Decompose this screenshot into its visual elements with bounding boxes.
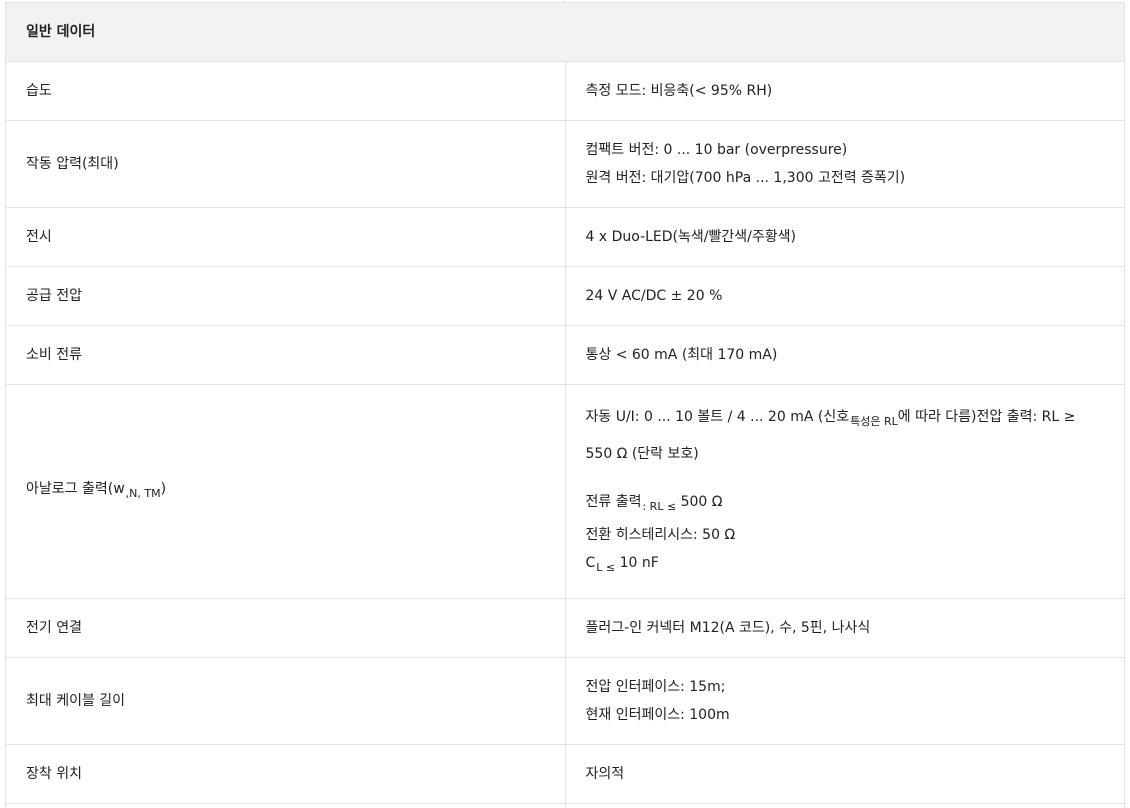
row-value: 자의적 bbox=[564, 744, 1125, 804]
value-line: 전압 인터페이스: 15m; bbox=[585, 679, 726, 695]
table-row: 작동 압력(최대) 컴팩트 버전: 0 ... 10 bar (overpres… bbox=[5, 120, 1125, 208]
row-label: 전시 bbox=[5, 207, 566, 267]
row-label: 아날로그 출력(w,N, TM) bbox=[5, 384, 566, 599]
spec-table: 일반 데이터 습도 측정 모드: 비응축(< 95% RH) 작동 압력(최대)… bbox=[5, 2, 1125, 808]
line5-text: C bbox=[585, 555, 596, 571]
table-row: 습도 측정 모드: 비응축(< 95% RH) bbox=[5, 61, 1125, 121]
row-value bbox=[564, 803, 1125, 808]
table-header: 일반 데이터 bbox=[5, 2, 1125, 62]
value-line: 원격 버전: 대기압(700 hPa ... 1,300 고전력 증폭기) bbox=[585, 170, 906, 186]
line1-subscript: 특성은 RL bbox=[850, 415, 898, 428]
value-line: 컴팩트 버전: 0 ... 10 bar (overpressure) bbox=[585, 142, 848, 158]
row-label: 전기 연결 bbox=[5, 598, 566, 658]
row-value: 통상 < 60 mA (최대 170 mA) bbox=[564, 325, 1125, 385]
row-value: 4 x Duo-LED(녹색/빨간색/주황색) bbox=[564, 207, 1125, 267]
label-end: ) bbox=[160, 481, 167, 497]
row-value: 전압 인터페이스: 15m; 현재 인터페이스: 100m bbox=[564, 657, 1125, 745]
table-header-row: 일반 데이터 bbox=[5, 2, 1125, 62]
line5-text-end: 10 nF bbox=[615, 555, 659, 571]
line3-text: 전류 출력 bbox=[585, 494, 642, 510]
table-row: 최대 케이블 길이 전압 인터페이스: 15m; 현재 인터페이스: 100m bbox=[5, 657, 1125, 745]
value-line: 현재 인터페이스: 100m bbox=[585, 707, 730, 723]
label-main: 아날로그 출력(w bbox=[26, 481, 125, 497]
row-value: 플러그-인 커넥터 M12(A 코드), 수, 5핀, 나사식 bbox=[564, 598, 1125, 658]
table-row-partial bbox=[5, 803, 1125, 808]
row-label: 습도 bbox=[5, 61, 566, 121]
line1-text: 자동 U/I: 0 ... 10 볼트 / 4 ... 20 mA (신호 bbox=[585, 409, 850, 425]
row-label bbox=[5, 803, 566, 808]
table-row-analog-output: 아날로그 출력(w,N, TM) 자동 U/I: 0 ... 10 볼트 / 4… bbox=[5, 384, 1125, 599]
line3-text-end: 500 Ω bbox=[676, 494, 723, 510]
line1-text-end: 에 따라 다름)전압 출력: RL ≥ bbox=[897, 409, 1076, 425]
row-value: 자동 U/I: 0 ... 10 볼트 / 4 ... 20 mA (신호특성은… bbox=[564, 384, 1125, 599]
row-value: 컴팩트 버전: 0 ... 10 bar (overpressure) 원격 버… bbox=[564, 120, 1125, 208]
line3-subscript: : RL ≤ bbox=[642, 500, 677, 513]
table-row: 전시 4 x Duo-LED(녹색/빨간색/주황색) bbox=[5, 207, 1125, 267]
row-value: 24 V AC/DC ± 20 % bbox=[564, 266, 1125, 326]
value-line: 550 Ω (단락 보호) bbox=[585, 446, 699, 462]
row-label: 공급 전압 bbox=[5, 266, 566, 326]
table-row: 공급 전압 24 V AC/DC ± 20 % bbox=[5, 266, 1125, 326]
table-row: 장착 위치 자의적 bbox=[5, 744, 1125, 804]
row-value: 측정 모드: 비응축(< 95% RH) bbox=[564, 61, 1125, 121]
table-row: 전기 연결 플러그-인 커넥터 M12(A 코드), 수, 5핀, 나사식 bbox=[5, 598, 1125, 658]
value-line: CL ≤ 10 nF bbox=[586, 549, 1105, 582]
row-label: 장착 위치 bbox=[5, 744, 566, 804]
row-label: 작동 압력(최대) bbox=[5, 120, 566, 208]
value-line: 전류 출력: RL ≤ 500 Ω bbox=[586, 488, 1105, 521]
table-row: 소비 전류 통상 < 60 mA (최대 170 mA) bbox=[5, 325, 1125, 385]
value-line: 전환 히스테리시스: 50 Ω bbox=[585, 527, 736, 543]
label-subscript: ,N, TM bbox=[125, 487, 161, 500]
line5-subscript: L ≤ bbox=[596, 561, 616, 574]
row-label: 최대 케이블 길이 bbox=[5, 657, 566, 745]
value-line: 자동 U/I: 0 ... 10 볼트 / 4 ... 20 mA (신호특성은… bbox=[586, 401, 1105, 438]
row-label: 소비 전류 bbox=[5, 325, 566, 385]
